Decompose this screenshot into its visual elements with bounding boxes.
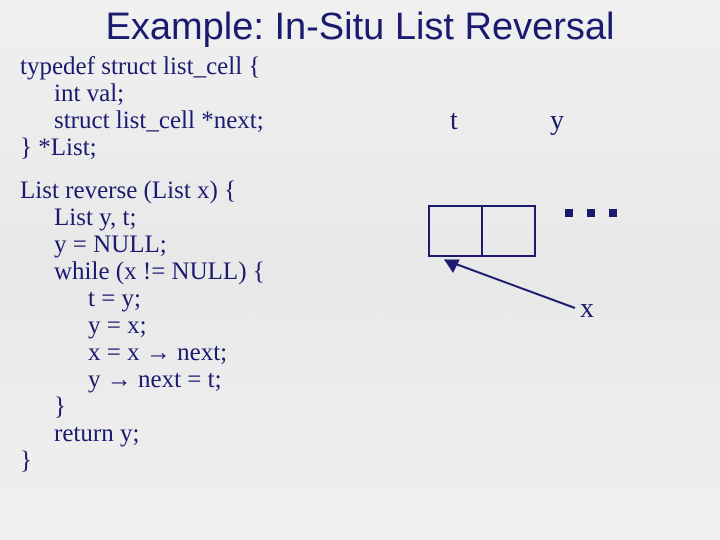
- diagram-column: t y x: [380, 53, 700, 490]
- arrow-glyph-2: →: [107, 366, 132, 393]
- typedef-l1: typedef struct list_cell {: [20, 53, 260, 80]
- func-l3: y = NULL;: [20, 231, 167, 258]
- func-l1: List reverse (List x) {: [20, 177, 236, 204]
- slide-title: Example: In-Situ List Reversal: [0, 0, 720, 53]
- arrow-glyph: →: [146, 339, 171, 366]
- func-l2: List y, t;: [20, 204, 136, 231]
- variable-y-label: y: [550, 105, 564, 137]
- dot-icon: [587, 209, 595, 217]
- x-pointer-arrow: [435, 248, 595, 328]
- func-l4: while (x != NULL) {: [20, 258, 265, 285]
- func-l7b: next;: [171, 339, 227, 366]
- content-area: typedef struct list_cell { int val; stru…: [0, 53, 720, 490]
- func-l8a: y: [88, 366, 107, 393]
- func-l8b: next = t;: [132, 366, 222, 393]
- func-l10: return y;: [20, 420, 139, 447]
- func-l5: t = y;: [20, 285, 141, 312]
- func-l11: }: [20, 447, 32, 474]
- arrow-head-icon: [445, 260, 459, 272]
- variable-t-label: t: [450, 105, 458, 137]
- func-l7a: x = x: [88, 339, 146, 366]
- arrow-shaft: [445, 260, 575, 308]
- func-l6: y = x;: [20, 312, 147, 339]
- func-l9: }: [20, 393, 66, 420]
- code-column: typedef struct list_cell { int val; stru…: [20, 53, 380, 490]
- dot-icon: [565, 209, 573, 217]
- func-l8: y → next = t;: [20, 366, 222, 393]
- typedef-l4: } *List;: [20, 134, 97, 161]
- typedef-l3: struct list_cell *next;: [20, 107, 264, 134]
- variable-x-label: x: [580, 293, 594, 325]
- typedef-block: typedef struct list_cell { int val; stru…: [20, 53, 380, 161]
- ellipsis-dots: [565, 209, 617, 217]
- function-block: List reverse (List x) { List y, t; y = N…: [20, 177, 380, 474]
- dot-icon: [609, 209, 617, 217]
- typedef-l2: int val;: [20, 80, 124, 107]
- func-l7: x = x → next;: [20, 339, 227, 366]
